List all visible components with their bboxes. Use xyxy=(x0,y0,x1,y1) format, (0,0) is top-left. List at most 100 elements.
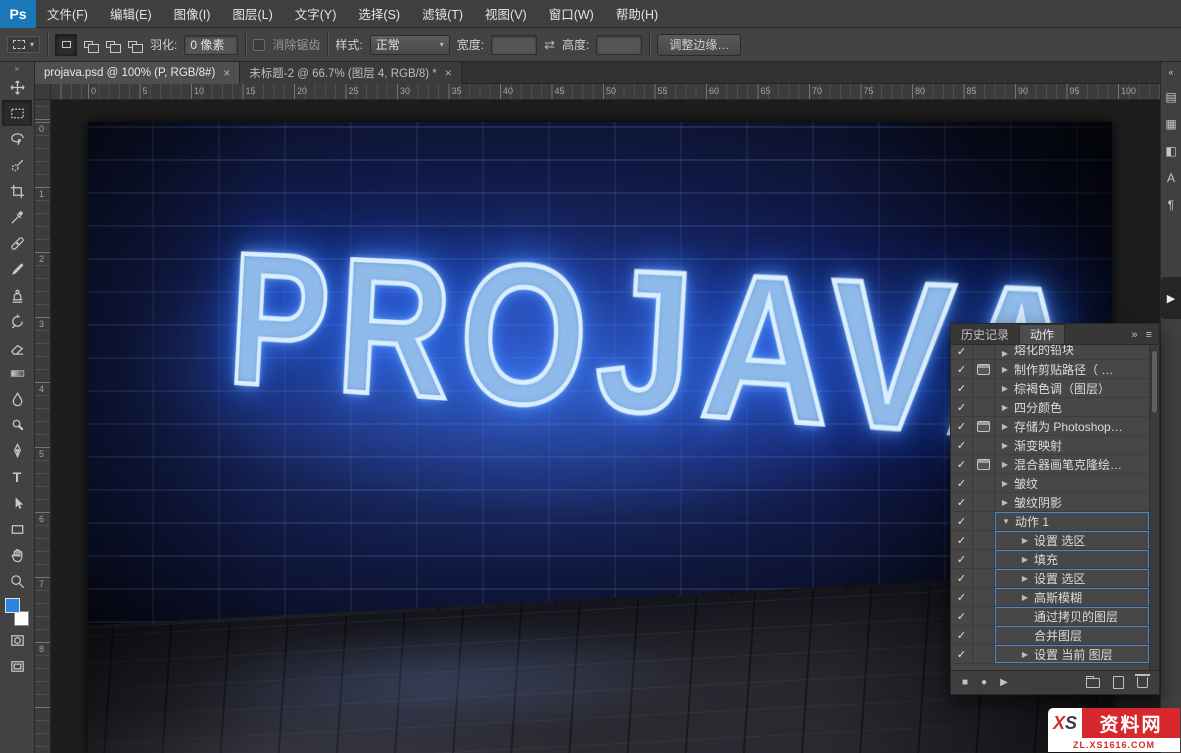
vertical-ruler[interactable]: 0 1 2 3 4 5 6 7 8 xyxy=(35,100,51,753)
action-row[interactable]: ✓ ▶ 四分颜色 xyxy=(951,398,1159,417)
dialog-toggle[interactable] xyxy=(973,531,995,549)
close-icon[interactable]: × xyxy=(223,66,230,80)
expand-arrow-icon[interactable]: ▶ xyxy=(1000,365,1010,374)
action-row[interactable]: ✓ ▶ 混合器画笔克隆绘… xyxy=(951,455,1159,474)
action-step-row[interactable]: ✓ ▶ 设置 选区 xyxy=(951,569,1159,588)
swap-dimensions-icon[interactable]: ⇄ xyxy=(544,37,555,53)
new-group-button[interactable] xyxy=(1086,675,1100,688)
toggle-item-check[interactable]: ✓ xyxy=(951,493,973,511)
blur-tool[interactable] xyxy=(2,386,32,412)
action-step-row[interactable]: ✓ 通过拷贝的图层 xyxy=(951,607,1159,626)
toggle-item-check[interactable]: ✓ xyxy=(951,626,973,644)
new-selection-button[interactable] xyxy=(55,33,78,56)
toggle-item-check[interactable]: ✓ xyxy=(951,569,973,587)
eraser-tool[interactable] xyxy=(2,334,32,360)
screen-mode-button[interactable] xyxy=(2,653,32,679)
close-icon[interactable]: × xyxy=(445,66,452,80)
scrollbar[interactable] xyxy=(1149,345,1159,670)
antialias-checkbox[interactable] xyxy=(253,38,266,51)
expand-arrow-icon[interactable]: ▶ xyxy=(1000,479,1010,488)
toggle-item-check[interactable]: ✓ xyxy=(951,436,973,454)
dialog-toggle[interactable] xyxy=(973,607,995,625)
menu-item[interactable]: 文件(F) xyxy=(36,0,99,27)
dialog-toggle[interactable] xyxy=(973,345,995,359)
action-row[interactable]: ✓ ▶ 皱纹 xyxy=(951,474,1159,493)
toggle-item-check[interactable]: ✓ xyxy=(951,474,973,492)
ps-logo-icon[interactable]: Ps xyxy=(0,0,36,28)
toggle-item-check[interactable]: ✓ xyxy=(951,588,973,606)
tab-actions[interactable]: 动作 xyxy=(1019,324,1066,344)
spot-healing-brush-tool[interactable] xyxy=(2,230,32,256)
action-step-row[interactable]: ✓ ▶ 高斯模糊 xyxy=(951,588,1159,607)
play-button[interactable]: ▶ xyxy=(1000,677,1008,688)
dialog-toggle[interactable] xyxy=(973,512,995,530)
dialog-toggle[interactable] xyxy=(973,645,995,663)
expand-arrow-icon[interactable]: ▶ xyxy=(1000,349,1010,358)
action-row[interactable]: ✓ ▶ 存储为 Photoshop… xyxy=(951,417,1159,436)
collapse-arrow-icon[interactable]: ▼ xyxy=(1001,517,1011,526)
toggle-item-check[interactable]: ✓ xyxy=(951,417,973,435)
toggle-item-check[interactable]: ✓ xyxy=(951,645,973,663)
expand-arrow-icon[interactable]: ▶ xyxy=(1020,574,1030,583)
tool-preset-picker[interactable]: ▾ xyxy=(7,36,41,53)
menu-item[interactable]: 图层(L) xyxy=(221,0,283,27)
expand-arrow-icon[interactable]: ▶ xyxy=(1000,441,1010,450)
ruler-corner[interactable] xyxy=(35,84,51,100)
expand-arrow-icon[interactable]: ▶ xyxy=(1020,650,1030,659)
action-step-row[interactable]: ✓ 合并图层 xyxy=(951,626,1159,645)
clone-stamp-tool[interactable] xyxy=(2,282,32,308)
rectangular-marquee-tool[interactable] xyxy=(2,100,32,126)
color-panel-icon[interactable]: ◧ xyxy=(1165,144,1176,158)
character-panel-icon[interactable]: A xyxy=(1167,171,1175,185)
quick-selection-tool[interactable] xyxy=(2,152,32,178)
expand-arrow-icon[interactable]: ▶ xyxy=(1020,555,1030,564)
menu-item[interactable]: 帮助(H) xyxy=(605,0,669,27)
tab-history[interactable]: 历史记录 xyxy=(951,324,1019,344)
history-brush-tool[interactable] xyxy=(2,308,32,334)
action-step-row[interactable]: ✓ ▶ 设置 当前 图层 xyxy=(951,645,1159,664)
menu-item[interactable]: 图像(I) xyxy=(163,0,222,27)
actions-play-icon[interactable]: ▶ xyxy=(1161,277,1181,319)
dialog-toggle[interactable] xyxy=(973,474,995,492)
dialog-toggle[interactable] xyxy=(973,550,995,568)
zoom-tool[interactable] xyxy=(2,568,32,594)
hand-tool[interactable] xyxy=(2,542,32,568)
crop-tool[interactable] xyxy=(2,178,32,204)
toggle-item-check[interactable]: ✓ xyxy=(951,360,973,378)
pen-tool[interactable] xyxy=(2,438,32,464)
quick-mask-button[interactable] xyxy=(2,627,32,653)
move-tool[interactable] xyxy=(2,74,32,100)
swatches-panel-icon[interactable]: ▦ xyxy=(1165,117,1176,131)
collapse-panel-icon[interactable]: » xyxy=(1131,329,1137,341)
eyedropper-tool[interactable] xyxy=(2,204,32,230)
width-input[interactable] xyxy=(491,34,538,55)
intersect-selection-button[interactable] xyxy=(121,34,143,56)
type-tool[interactable]: T xyxy=(2,464,32,490)
tab-untitled-2[interactable]: 未标题-2 @ 66.7% (图层 4, RGB/8) * × xyxy=(240,62,462,84)
menu-item[interactable]: 窗口(W) xyxy=(538,0,605,27)
expand-arrow-icon[interactable]: ▶ xyxy=(1020,536,1030,545)
toggle-item-check[interactable]: ✓ xyxy=(951,607,973,625)
record-button[interactable]: ● xyxy=(981,677,987,688)
add-to-selection-button[interactable] xyxy=(77,34,99,56)
dialog-toggle[interactable] xyxy=(973,588,995,606)
tab-projava-psd[interactable]: projava.psd @ 100% (P, RGB/8#) × xyxy=(35,62,241,84)
toggle-item-check[interactable]: ✓ xyxy=(951,512,973,530)
toggle-item-check[interactable]: ✓ xyxy=(951,531,973,549)
toggle-item-check[interactable]: ✓ xyxy=(951,379,973,397)
subtract-from-selection-button[interactable] xyxy=(99,34,121,56)
new-action-button[interactable] xyxy=(1113,676,1124,689)
dialog-toggle[interactable] xyxy=(973,417,995,435)
dialog-toggle[interactable] xyxy=(973,569,995,587)
path-selection-tool[interactable] xyxy=(2,490,32,516)
dialog-toggle[interactable] xyxy=(973,436,995,454)
expand-arrow-icon[interactable]: ▶ xyxy=(1000,498,1010,507)
dialog-toggle[interactable] xyxy=(973,398,995,416)
paragraph-panel-icon[interactable]: ¶ xyxy=(1168,198,1174,212)
feather-input[interactable]: 0 像素 xyxy=(184,34,239,55)
dodge-tool[interactable] xyxy=(2,412,32,438)
action-step-row[interactable]: ✓ ▶ 设置 选区 xyxy=(951,531,1159,550)
foreground-color-swatch[interactable] xyxy=(5,598,20,613)
action-row[interactable]: ✓ ▶ 制作剪贴路径（ … xyxy=(951,360,1159,379)
expand-arrow-icon[interactable]: ▶ xyxy=(1000,403,1010,412)
